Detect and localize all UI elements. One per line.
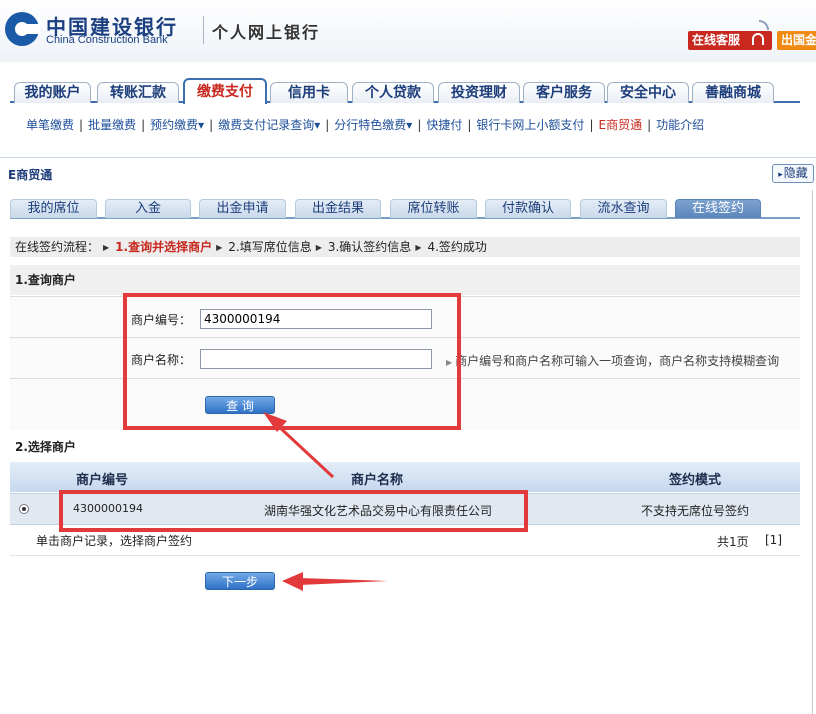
nav-tab-payment[interactable]: 缴费支付 (183, 78, 267, 104)
annotation-arrow-to-query (263, 412, 335, 479)
annotation-arrows (263, 412, 388, 591)
annotation-arrow-to-next (282, 572, 388, 591)
